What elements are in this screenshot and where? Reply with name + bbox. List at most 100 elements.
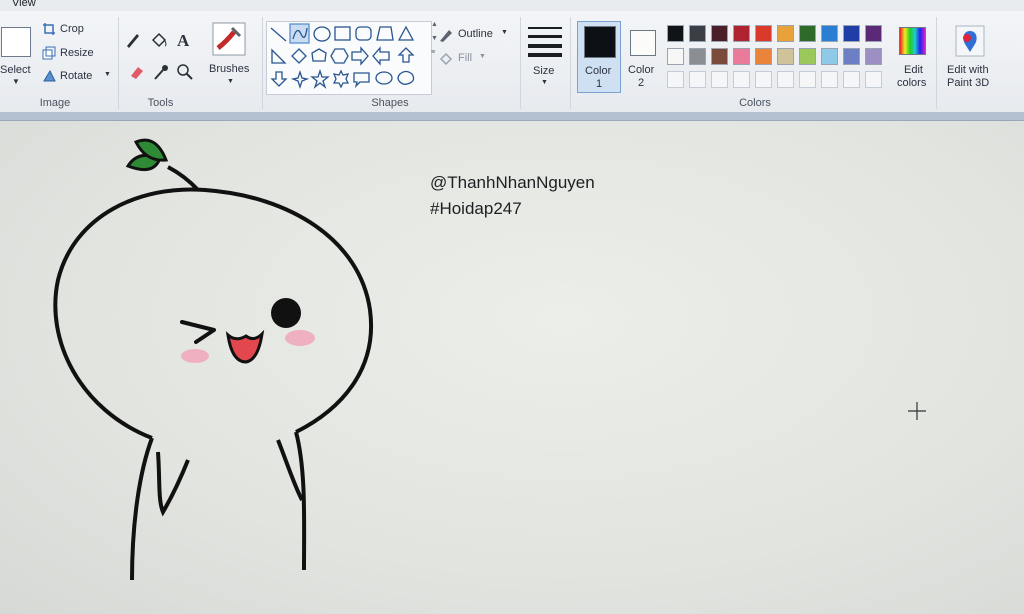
palette-swatch[interactable] xyxy=(865,48,882,65)
palette-swatch[interactable] xyxy=(733,25,750,42)
palette-swatch[interactable] xyxy=(777,48,794,65)
chevron-down-icon: ▼ xyxy=(227,78,234,85)
resize-icon xyxy=(42,46,56,60)
palette-swatch[interactable] xyxy=(799,25,816,42)
rounded-callout-shape-icon xyxy=(353,72,370,89)
arrow-left-shape-icon xyxy=(372,46,390,66)
select-button[interactable]: Select ▼ xyxy=(0,17,36,95)
canvas-text-line2: #Hoidap247 xyxy=(430,199,522,218)
palette-swatch[interactable] xyxy=(711,48,728,65)
chevron-down-icon: ▼ xyxy=(12,77,20,86)
palette-swatch[interactable] xyxy=(843,48,860,65)
mouth xyxy=(225,329,265,364)
paint3d-label-line1: Edit with xyxy=(947,64,989,76)
rotate-icon xyxy=(43,69,56,82)
palette-empty-swatch[interactable] xyxy=(865,71,882,88)
palette-swatch[interactable] xyxy=(799,48,816,65)
oval-callout-shape-icon xyxy=(375,71,393,85)
character-arm-left xyxy=(156,451,190,517)
magnifier-icon[interactable] xyxy=(176,63,194,81)
color-spectrum-icon xyxy=(899,27,926,55)
palette-empty-swatch[interactable] xyxy=(711,71,728,88)
fill-icon xyxy=(439,52,453,66)
image-group-label: Image xyxy=(39,97,71,109)
palette-swatch[interactable] xyxy=(777,25,794,42)
shapes-grid xyxy=(270,23,415,90)
palette-empty-swatch[interactable] xyxy=(799,71,816,88)
rotate-button[interactable]: Rotate ▼ xyxy=(42,68,114,86)
paint3d-label-line2: Paint 3D xyxy=(947,77,990,89)
group-divider xyxy=(118,17,119,109)
drawing-canvas[interactable]: @ThanhNhanNguyen #Hoidap247 xyxy=(0,121,1024,614)
color-picker-icon[interactable] xyxy=(152,63,170,81)
outline-button[interactable]: Outline ▼ xyxy=(438,27,518,43)
blush-left xyxy=(181,349,209,363)
outline-label: Outline xyxy=(458,28,493,40)
palette-swatch[interactable] xyxy=(733,48,750,65)
palette-swatch[interactable] xyxy=(711,25,728,42)
group-divider xyxy=(262,17,263,109)
color2-swatch xyxy=(630,30,656,56)
outline-pen-icon xyxy=(440,30,452,42)
palette-swatch[interactable] xyxy=(865,25,882,42)
edit-with-paint3d-button[interactable]: Edit with Paint 3D xyxy=(940,23,1000,93)
edit-colors-button[interactable]: Edit colors xyxy=(894,23,932,93)
menu-view[interactable]: View xyxy=(12,0,36,9)
color2-button[interactable]: Color 2 xyxy=(624,21,664,93)
select-label: Select xyxy=(0,64,31,76)
fill-bucket-icon[interactable] xyxy=(150,31,168,49)
text-tool-icon[interactable]: A xyxy=(177,31,189,51)
hexagon-shape-icon xyxy=(330,48,349,64)
crop-icon xyxy=(43,23,55,35)
polygon-shape-icon xyxy=(376,26,394,41)
blush-right xyxy=(285,330,315,346)
crop-button[interactable]: Crop xyxy=(42,21,112,39)
eraser-icon[interactable] xyxy=(128,63,146,81)
open-eye xyxy=(271,298,301,328)
palette-empty-swatch[interactable] xyxy=(821,71,838,88)
palette-swatch[interactable] xyxy=(755,25,772,42)
palette-empty-swatch[interactable] xyxy=(843,71,860,88)
palette-swatch[interactable] xyxy=(821,25,838,42)
canvas-text-line1: @ThanhNhanNguyen xyxy=(430,173,595,192)
palette-swatch[interactable] xyxy=(667,25,684,42)
resize-button[interactable]: Resize xyxy=(42,45,112,63)
chevron-down-icon: ▼ xyxy=(479,53,486,60)
shapes-gallery xyxy=(266,21,432,95)
edit-colors-label-line1: Edit xyxy=(904,64,923,76)
color-palette xyxy=(667,25,893,93)
pentagon-shape-icon xyxy=(311,48,327,62)
triangle-shape-icon xyxy=(397,25,415,41)
palette-swatch[interactable] xyxy=(689,48,706,65)
arrow-up-shape-icon xyxy=(397,47,415,63)
palette-swatch[interactable] xyxy=(667,48,684,65)
arrow-down-shape-icon xyxy=(270,71,288,87)
pencil-icon[interactable] xyxy=(124,31,142,49)
palette-empty-swatch[interactable] xyxy=(733,71,750,88)
palette-empty-swatch[interactable] xyxy=(689,71,706,88)
winking-eye xyxy=(180,320,216,344)
diamond-shape-icon xyxy=(291,48,307,64)
brushes-label: Brushes xyxy=(209,63,250,75)
group-divider xyxy=(520,17,521,109)
palette-swatch[interactable] xyxy=(755,48,772,65)
color1-button[interactable]: Color 1 xyxy=(577,21,621,93)
character-body-left xyxy=(130,437,154,581)
palette-empty-swatch[interactable] xyxy=(777,71,794,88)
tools-group-label: Tools xyxy=(147,97,174,109)
color2-label: Color xyxy=(628,64,655,76)
color1-swatch xyxy=(584,26,616,58)
shapes-scroll[interactable]: ▲ ▼ ≡ xyxy=(431,21,438,93)
six-point-star-shape-icon xyxy=(332,69,350,89)
chevron-down-icon: ▼ xyxy=(501,29,508,36)
fill-button[interactable]: Fill ▼ xyxy=(438,51,518,67)
palette-swatch[interactable] xyxy=(821,48,838,65)
select-rectangle-icon xyxy=(1,27,31,57)
size-button[interactable]: Size ▼ xyxy=(524,21,566,95)
palette-empty-swatch[interactable] xyxy=(667,71,684,88)
palette-empty-swatch[interactable] xyxy=(755,71,772,88)
palette-swatch[interactable] xyxy=(689,25,706,42)
brushes-button[interactable]: Brushes ▼ xyxy=(204,19,258,95)
palette-swatch[interactable] xyxy=(843,25,860,42)
edit-colors-label-line2: colors xyxy=(897,77,927,89)
